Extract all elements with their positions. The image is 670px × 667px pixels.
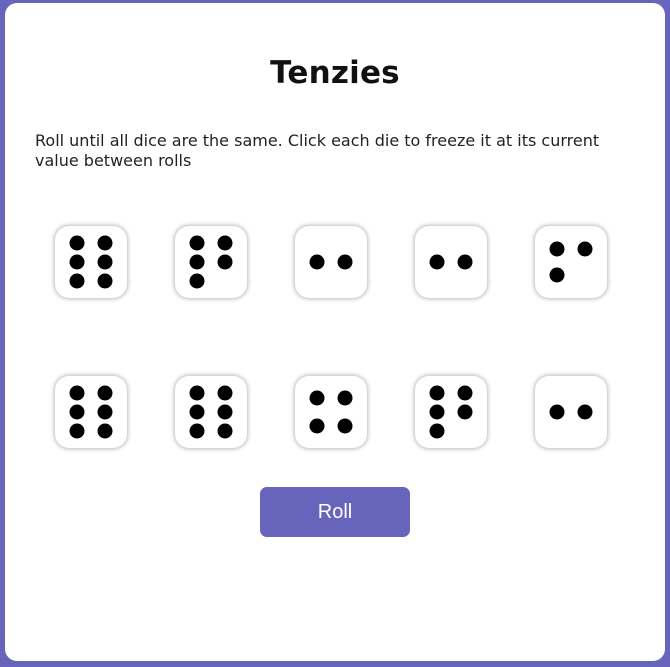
die-pip xyxy=(549,241,565,257)
die-pip xyxy=(189,423,205,439)
die-10[interactable] xyxy=(535,376,607,448)
die-pip xyxy=(309,390,325,406)
die-5[interactable] xyxy=(535,226,607,298)
die-pip xyxy=(97,235,113,251)
die-4[interactable] xyxy=(415,226,487,298)
die-pip xyxy=(69,254,85,270)
die-pip xyxy=(97,273,113,289)
die-pip xyxy=(337,418,353,434)
die-pip xyxy=(69,273,85,289)
die-pip xyxy=(69,235,85,251)
die-pip xyxy=(309,418,325,434)
die-pip xyxy=(309,254,325,270)
die-2[interactable] xyxy=(175,226,247,298)
die-pip xyxy=(217,254,233,270)
die-pip xyxy=(457,385,473,401)
die-pip xyxy=(97,385,113,401)
die-pip xyxy=(189,404,205,420)
die-9[interactable] xyxy=(415,376,487,448)
die-pip xyxy=(549,267,565,283)
die-pip xyxy=(457,254,473,270)
dice-grid xyxy=(55,226,607,448)
die-pip xyxy=(189,273,205,289)
die-pip xyxy=(549,404,565,420)
die-pip xyxy=(577,404,593,420)
die-7[interactable] xyxy=(175,376,247,448)
die-pip xyxy=(97,404,113,420)
game-card: Tenzies Roll until all dice are the same… xyxy=(5,3,665,661)
page-title: Tenzies xyxy=(270,55,400,91)
die-pip xyxy=(189,235,205,251)
die-pip xyxy=(429,423,445,439)
die-pip xyxy=(69,404,85,420)
die-8[interactable] xyxy=(295,376,367,448)
die-pip xyxy=(69,385,85,401)
die-pip xyxy=(429,385,445,401)
die-pip xyxy=(337,390,353,406)
die-6[interactable] xyxy=(55,376,127,448)
instructions-text: Roll until all dice are the same. Click … xyxy=(35,131,600,170)
die-pip xyxy=(429,404,445,420)
roll-button[interactable]: Roll xyxy=(260,487,410,537)
die-pip xyxy=(97,423,113,439)
die-pip xyxy=(577,241,593,257)
die-pip xyxy=(69,423,85,439)
die-pip xyxy=(97,254,113,270)
die-pip xyxy=(217,235,233,251)
die-1[interactable] xyxy=(55,226,127,298)
die-pip xyxy=(217,423,233,439)
die-pip xyxy=(337,254,353,270)
die-pip xyxy=(429,254,445,270)
die-pip xyxy=(189,254,205,270)
die-pip xyxy=(457,404,473,420)
die-pip xyxy=(217,404,233,420)
die-pip xyxy=(189,385,205,401)
die-pip xyxy=(217,385,233,401)
die-3[interactable] xyxy=(295,226,367,298)
